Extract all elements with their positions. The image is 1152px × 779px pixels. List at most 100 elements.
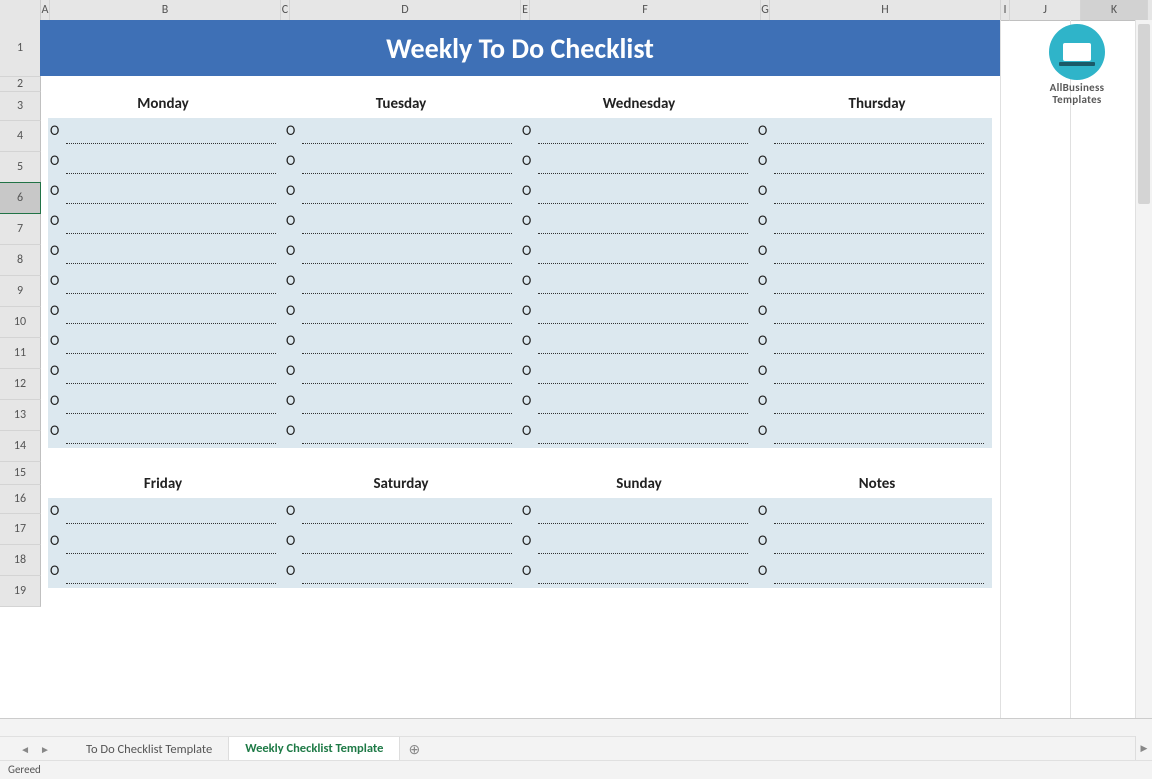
row-header-5[interactable]: 5: [0, 152, 41, 183]
row-header-12[interactable]: 12: [0, 369, 41, 400]
checklist-cell[interactable]: O: [48, 178, 284, 208]
checklist-cell[interactable]: O: [48, 358, 284, 388]
checklist-cell[interactable]: O: [756, 268, 992, 298]
checklist-cell[interactable]: O: [48, 268, 284, 298]
checklist-cell[interactable]: O: [48, 418, 284, 448]
col-header-A[interactable]: A: [41, 0, 50, 21]
checklist-cell[interactable]: O: [284, 148, 520, 178]
row-header-18[interactable]: 18: [0, 545, 41, 576]
checklist-cell[interactable]: O: [48, 558, 284, 588]
checklist-line: [774, 323, 984, 324]
checklist-cell[interactable]: O: [48, 328, 284, 358]
row-header-14[interactable]: 14: [0, 431, 41, 462]
row-header-8[interactable]: 8: [0, 245, 41, 276]
checklist-cell[interactable]: O: [284, 558, 520, 588]
row-header-11[interactable]: 11: [0, 338, 41, 369]
checklist-cell[interactable]: O: [520, 238, 756, 268]
horizontal-scroll-track[interactable]: [0, 718, 1152, 737]
new-sheet-button[interactable]: ⊕: [400, 737, 428, 761]
checklist-cell[interactable]: O: [284, 208, 520, 238]
checklist-cell[interactable]: O: [520, 498, 756, 528]
row-header-15[interactable]: 15: [0, 462, 41, 485]
row-header-9[interactable]: 9: [0, 276, 41, 307]
checklist-cell[interactable]: O: [48, 238, 284, 268]
checklist-cell[interactable]: O: [756, 418, 992, 448]
hscroll-right-button[interactable]: ▶: [1135, 736, 1152, 760]
checklist-cell[interactable]: O: [756, 358, 992, 388]
checklist-cell[interactable]: O: [48, 388, 284, 418]
checklist-cell[interactable]: O: [520, 268, 756, 298]
checklist-cell[interactable]: O: [756, 528, 992, 558]
checklist-cell[interactable]: O: [284, 268, 520, 298]
row-header-17[interactable]: 17: [0, 514, 41, 545]
vertical-scrollbar[interactable]: [1135, 20, 1152, 718]
checklist-cell[interactable]: O: [284, 298, 520, 328]
col-header-B[interactable]: B: [50, 0, 281, 21]
tab-prev-icon[interactable]: ◄: [20, 743, 30, 756]
select-all-corner[interactable]: [0, 0, 41, 21]
checklist-cell[interactable]: O: [48, 148, 284, 178]
checklist-cell[interactable]: O: [520, 118, 756, 148]
checklist-marker: O: [758, 272, 767, 289]
row-header-1[interactable]: 1: [0, 20, 41, 77]
col-header-I[interactable]: I: [1001, 0, 1010, 21]
row-header-13[interactable]: 13: [0, 400, 41, 431]
checklist-cell[interactable]: O: [284, 238, 520, 268]
tab-next-icon[interactable]: ►: [40, 743, 50, 756]
col-header-H[interactable]: H: [770, 0, 1001, 21]
col-header-K[interactable]: K: [1081, 0, 1148, 21]
tab-nav-buttons[interactable]: ◄ ►: [0, 743, 70, 756]
col-header-G[interactable]: G: [761, 0, 770, 21]
checklist-cell[interactable]: O: [284, 358, 520, 388]
row-header-10[interactable]: 10: [0, 307, 41, 338]
checklist-cell[interactable]: O: [756, 558, 992, 588]
checklist-cell[interactable]: O: [756, 328, 992, 358]
spreadsheet-grid[interactable]: ABCDEFGHIJK 1234567891011121314151617181…: [0, 0, 1152, 720]
row-header-4[interactable]: 4: [0, 121, 41, 152]
checklist-cell[interactable]: O: [756, 208, 992, 238]
checklist-cell[interactable]: O: [520, 208, 756, 238]
row-header-3[interactable]: 3: [0, 92, 41, 121]
checklist-cell[interactable]: O: [284, 118, 520, 148]
checklist-cell[interactable]: O: [520, 328, 756, 358]
checklist-cell[interactable]: O: [756, 148, 992, 178]
checklist-cell[interactable]: O: [756, 238, 992, 268]
checklist-cell[interactable]: O: [520, 528, 756, 558]
checklist-cell[interactable]: O: [756, 388, 992, 418]
checklist-cell[interactable]: O: [520, 358, 756, 388]
checklist-cell[interactable]: O: [520, 178, 756, 208]
sheet-tab-inactive[interactable]: To Do Checklist Template: [70, 737, 229, 761]
col-header-C[interactable]: C: [281, 0, 290, 21]
row-header-6[interactable]: 6: [0, 182, 41, 214]
checklist-cell[interactable]: O: [48, 528, 284, 558]
checklist-cell[interactable]: O: [48, 118, 284, 148]
row-header-2[interactable]: 2: [0, 77, 41, 92]
checklist-cell[interactable]: O: [48, 298, 284, 328]
col-header-F[interactable]: F: [530, 0, 761, 21]
checklist-cell[interactable]: O: [284, 418, 520, 448]
checklist-cell[interactable]: O: [284, 528, 520, 558]
checklist-cell[interactable]: O: [284, 178, 520, 208]
sheet-tab-active[interactable]: Weekly Checklist Template: [229, 737, 400, 763]
col-header-J[interactable]: J: [1010, 0, 1081, 21]
col-header-D[interactable]: D: [290, 0, 521, 21]
checklist-cell[interactable]: O: [284, 328, 520, 358]
checklist-cell[interactable]: O: [520, 388, 756, 418]
checklist-cell[interactable]: O: [756, 298, 992, 328]
checklist-cell[interactable]: O: [520, 298, 756, 328]
checklist-cell[interactable]: O: [520, 418, 756, 448]
checklist-cell[interactable]: O: [520, 558, 756, 588]
checklist-cell[interactable]: O: [756, 118, 992, 148]
checklist-cell[interactable]: O: [756, 178, 992, 208]
checklist-cell[interactable]: O: [284, 498, 520, 528]
checklist-cell[interactable]: O: [48, 498, 284, 528]
scrollbar-thumb[interactable]: [1138, 24, 1150, 204]
checklist-cell[interactable]: O: [48, 208, 284, 238]
checklist-cell[interactable]: O: [284, 388, 520, 418]
checklist-cell[interactable]: O: [520, 148, 756, 178]
row-header-16[interactable]: 16: [0, 485, 41, 514]
row-header-7[interactable]: 7: [0, 214, 41, 245]
col-header-E[interactable]: E: [521, 0, 530, 21]
checklist-cell[interactable]: O: [756, 498, 992, 528]
row-header-19[interactable]: 19: [0, 576, 41, 607]
